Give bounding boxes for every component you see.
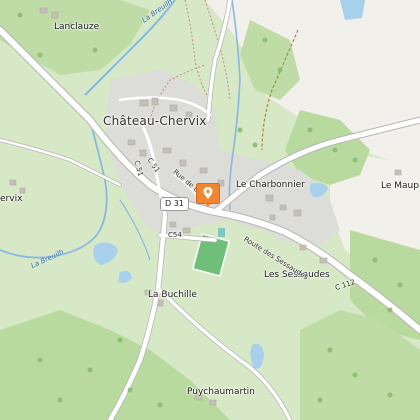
map-base-layer bbox=[0, 0, 420, 420]
place-label-la-buchille: La Buchille bbox=[148, 290, 197, 300]
place-label-le-maup: Le Maup bbox=[381, 181, 419, 191]
place-label-le-charbonnier: Le Charbonnier bbox=[236, 180, 305, 190]
map-canvas[interactable]: Lanclauze Château-Chervix Le Charbonnier… bbox=[0, 0, 420, 420]
location-marker[interactable] bbox=[196, 183, 220, 207]
pool bbox=[218, 228, 225, 237]
location-marker-icon bbox=[196, 183, 220, 207]
place-label-chervix: ervix bbox=[0, 194, 23, 204]
place-label-chateau-chervix: Château-Chervix bbox=[103, 114, 207, 128]
road-label-c54: C54 bbox=[168, 231, 182, 239]
place-label-puychaumartin: Puychaumartin bbox=[187, 387, 255, 397]
road-shield-d31: D 31 bbox=[160, 197, 189, 211]
place-label-lanclauze: Lanclauze bbox=[54, 22, 100, 32]
